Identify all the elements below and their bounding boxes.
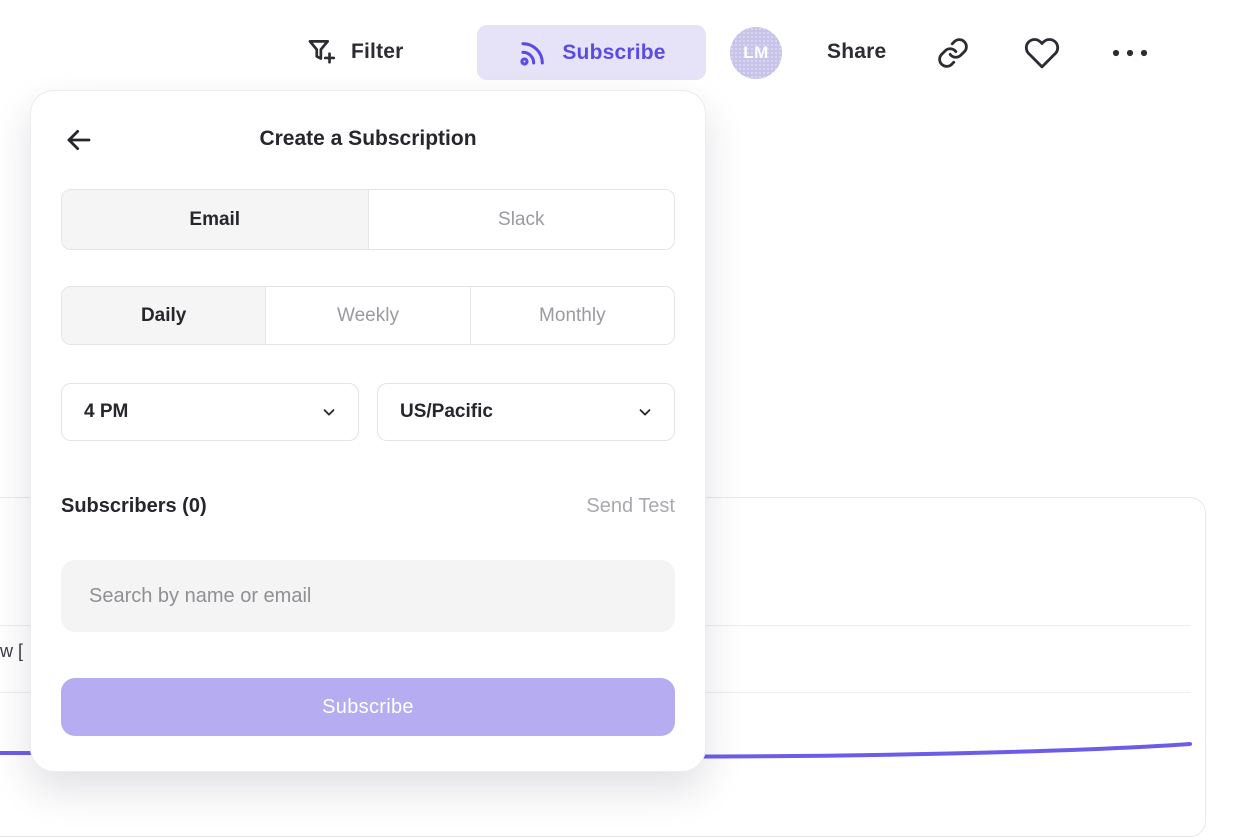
avatar[interactable]: LM (730, 27, 782, 79)
heart-icon (1024, 35, 1060, 71)
avatar-initials: LM (743, 43, 769, 63)
modal-header: Create a Subscription (61, 127, 675, 153)
tab-weekly-label: Weekly (337, 305, 399, 327)
time-select[interactable]: 4 PM (61, 383, 359, 441)
copy-link-button[interactable] (936, 36, 970, 70)
toolbar: Filter Subscribe LM Share (0, 0, 1234, 90)
chevron-down-icon (320, 403, 338, 421)
subscribe-submit-button[interactable]: Subscribe (61, 678, 675, 736)
favorite-button[interactable] (1024, 35, 1060, 71)
timezone-select-value: US/Pacific (400, 401, 493, 423)
occluded-chart-label: w [ (0, 641, 23, 662)
tab-slack-label: Slack (498, 209, 544, 231)
subscribers-row: Subscribers (0) Send Test (61, 495, 675, 518)
create-subscription-modal: Create a Subscription Email Slack Daily … (30, 90, 706, 772)
tab-monthly-label: Monthly (539, 305, 606, 327)
schedule-row: 4 PM US/Pacific (61, 383, 675, 441)
ellipsis-icon (1110, 42, 1150, 64)
link-icon (936, 36, 970, 70)
tab-email[interactable]: Email (62, 190, 368, 249)
tab-monthly[interactable]: Monthly (470, 287, 674, 344)
tab-slack[interactable]: Slack (368, 190, 675, 249)
more-options-button[interactable] (1110, 42, 1150, 64)
tab-daily[interactable]: Daily (62, 287, 265, 344)
chevron-down-icon (636, 403, 654, 421)
filter-label: Filter (351, 40, 404, 64)
filter-button[interactable]: Filter (305, 29, 404, 75)
subscribe-label: Subscribe (562, 41, 665, 65)
rss-icon (517, 37, 549, 69)
tab-weekly[interactable]: Weekly (265, 287, 469, 344)
subscribers-count-label: Subscribers (0) (61, 495, 207, 518)
timezone-select[interactable]: US/Pacific (377, 383, 675, 441)
arrow-left-icon (63, 124, 95, 156)
share-label: Share (827, 40, 886, 64)
send-test-button[interactable]: Send Test (586, 495, 675, 518)
share-button[interactable]: Share (827, 29, 886, 75)
subscriber-search-input[interactable] (61, 560, 675, 632)
subscribe-button[interactable]: Subscribe (477, 25, 706, 80)
tab-daily-label: Daily (141, 305, 186, 327)
time-select-value: 4 PM (84, 401, 128, 423)
modal-title: Create a Subscription (61, 127, 675, 151)
tab-email-label: Email (189, 209, 240, 231)
back-button[interactable] (63, 124, 95, 156)
frequency-segmented-control: Daily Weekly Monthly (61, 286, 675, 345)
channel-segmented-control: Email Slack (61, 189, 675, 250)
filter-plus-icon (305, 35, 339, 69)
